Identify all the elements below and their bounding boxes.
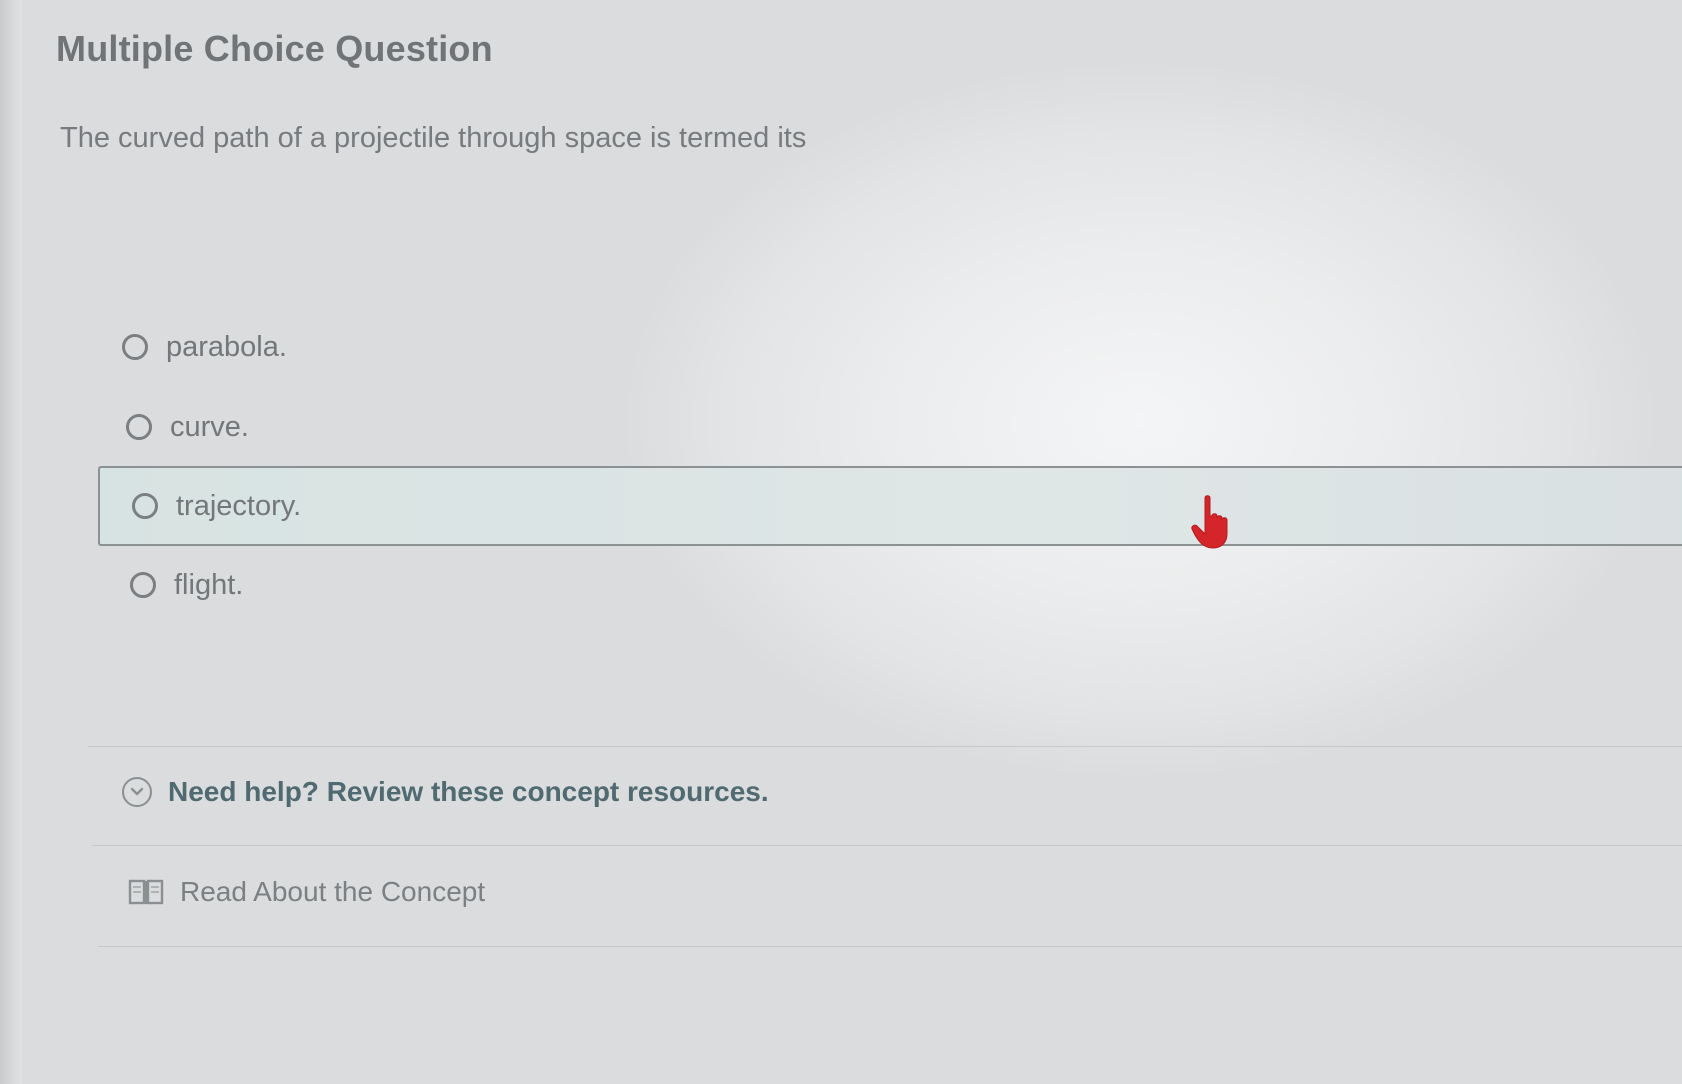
radio-button[interactable]	[132, 493, 158, 519]
answer-option-label: parabola.	[166, 330, 287, 363]
answer-option-label: curve.	[170, 410, 249, 443]
answer-option-parabola[interactable]: parabola.	[122, 312, 287, 382]
divider	[98, 946, 1682, 947]
question-prompt: The curved path of a projectile through …	[60, 122, 807, 154]
concept-resources-label: Need help? Review these concept resource…	[168, 776, 769, 807]
read-about-concept-label: Read About the Concept	[180, 876, 486, 907]
hand-pointer-icon	[1191, 495, 1228, 549]
answer-option-label: trajectory.	[176, 489, 302, 522]
divider	[88, 746, 1682, 747]
radio-button[interactable]	[122, 334, 148, 360]
question-type-heading: Multiple Choice Question	[56, 28, 493, 69]
divider	[92, 845, 1682, 846]
answer-option-label: flight.	[174, 568, 244, 601]
book-icon	[128, 879, 164, 905]
answer-option-trajectory[interactable]: trajectory.	[98, 466, 1682, 546]
chevron-down-circle-icon	[122, 777, 152, 807]
answer-option-flight[interactable]: flight.	[130, 550, 243, 620]
radio-button[interactable]	[130, 572, 156, 598]
read-about-concept-link[interactable]: Read About the Concept	[128, 876, 485, 908]
answer-option-curve[interactable]: curve.	[126, 392, 249, 462]
concept-resources-toggle[interactable]: Need help? Review these concept resource…	[122, 776, 769, 808]
question-panel: Multiple Choice Question The curved path…	[0, 0, 1682, 1084]
radio-button[interactable]	[126, 414, 152, 440]
